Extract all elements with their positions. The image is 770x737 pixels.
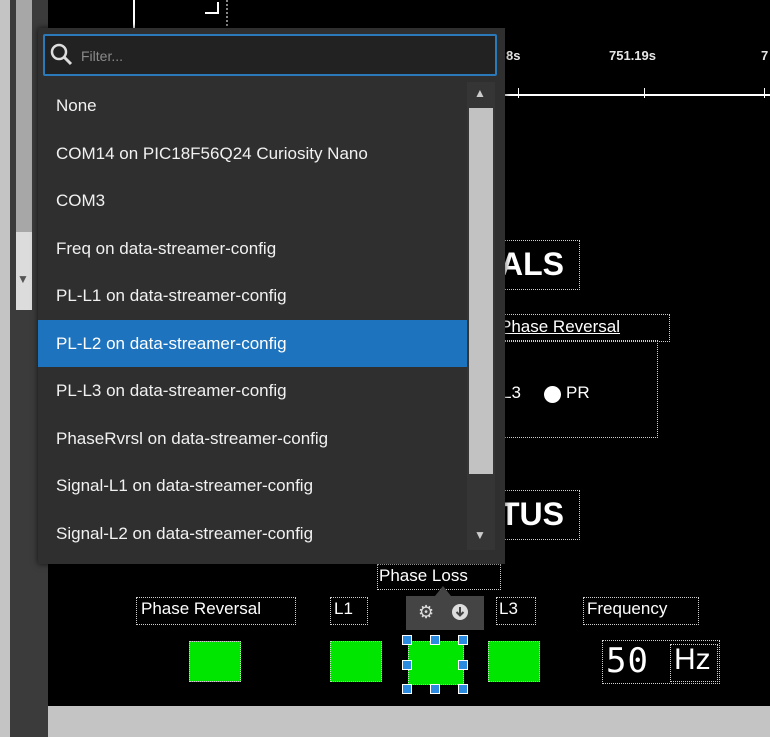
resize-handle[interactable] [402,660,412,670]
scrollbar-thumb[interactable] [16,0,32,232]
signals-header-label: Phase Reversal [500,317,621,336]
frequency-label: Frequency [587,599,668,618]
scroll-down-icon[interactable]: ▼ [17,272,29,286]
axis-tick-label: 7 [761,48,769,63]
resize-handle[interactable] [430,684,440,694]
scroll-down-icon[interactable]: ▼ [474,528,486,542]
resize-handle[interactable] [430,635,440,645]
plot-corner-marker [205,2,219,14]
dropdown-option[interactable]: PL-L3 on data-streamer-config [38,367,467,414]
frequency-unit: Hz [674,643,711,676]
dropdown-option[interactable]: COM14 on PIC18F56Q24 Curiosity Nano [38,130,467,177]
resize-handle[interactable] [458,660,468,670]
axis-tick-label: 8s [506,48,521,63]
dropdown-option[interactable]: COM3 [38,177,467,224]
bottom-strip [48,706,770,737]
l1-label: L1 [334,599,353,618]
dropdown-option[interactable]: Freq on data-streamer-config [38,225,467,272]
signal-pr-label: PR [566,383,590,402]
l1-indicator [330,641,382,682]
pr-radio-indicator [544,386,561,403]
l3-indicator [488,641,540,682]
left-rail [0,0,10,737]
gear-icon[interactable]: ⚙ [418,602,434,623]
axis-tick [518,88,519,98]
dropdown-option-selected[interactable]: PL-L2 on data-streamer-config [38,319,467,367]
resize-handle[interactable] [458,684,468,694]
phase-reversal-label: Phase Reversal [141,599,262,618]
dropdown-scrollbar-thumb[interactable] [469,108,493,474]
phase-reversal-indicator [189,641,241,682]
resize-handle[interactable] [458,635,468,645]
axis-tick [644,88,645,98]
dropdown-option[interactable]: None [38,82,467,129]
dropdown-option[interactable]: PhaseRvrsl on data-streamer-config [38,415,467,462]
l2-indicator-selected[interactable] [408,641,464,685]
resize-handle[interactable] [402,684,412,694]
axis-tick-label: 751.19s [609,48,656,63]
dropdown-option[interactable]: Signal-L2 on data-streamer-config [38,510,467,557]
status-title: TUS [500,496,564,532]
element-toolbar: ⚙ [406,596,484,630]
signals-title: ALS [500,246,564,282]
dropdown-option[interactable]: Signal-L1 on data-streamer-config [38,462,467,509]
frequency-value: 50 [606,641,649,681]
resize-handle[interactable] [402,635,412,645]
filter-input[interactable] [79,44,483,68]
filter-field[interactable] [43,34,497,76]
dropdown-option[interactable]: PL-L1 on data-streamer-config [38,272,467,319]
download-circle-icon[interactable] [452,604,468,620]
search-icon [50,43,73,66]
phase-loss-label: Phase Loss [379,566,468,585]
axis-tick [764,88,765,98]
toolbar-caret [435,586,451,596]
l3-label: L3 [499,599,518,618]
scroll-up-icon[interactable]: ▲ [474,86,486,100]
